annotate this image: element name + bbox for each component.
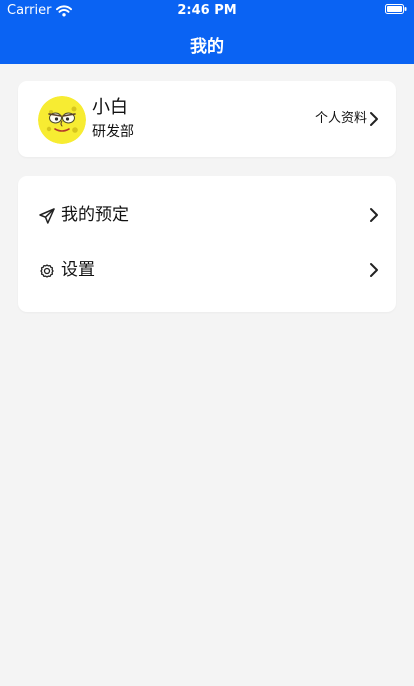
menu-card: 我的预定 设置 (18, 176, 396, 312)
profile-link-label: 个人资料 (314, 111, 367, 126)
status-time: 2:46 PM (177, 3, 237, 18)
avatar[interactable] (38, 96, 86, 144)
user-department: 研发部 (92, 124, 134, 140)
battery-icon (385, 4, 407, 14)
app-header: Carrier 2:46 PM 我的 (0, 0, 414, 64)
menu-item-settings[interactable]: 设置 (18, 247, 396, 295)
profile-card[interactable]: 小白 研发部 个人资料 (18, 81, 396, 157)
page-title: 我的 (190, 37, 224, 57)
menu-item-label: 我的预定 (61, 205, 129, 225)
chevron-right-icon (369, 262, 379, 278)
paper-plane-icon (39, 208, 55, 224)
chevron-right-icon (369, 207, 379, 223)
menu-item-label: 设置 (61, 260, 95, 280)
menu-item-my-booking[interactable]: 我的预定 (18, 192, 396, 240)
gear-icon (39, 263, 55, 279)
profile-link[interactable]: 个人资料 (315, 110, 379, 128)
chevron-right-icon (369, 111, 379, 127)
user-name: 小白 (92, 97, 128, 118)
status-bar: Carrier 2:46 PM (0, 0, 414, 20)
